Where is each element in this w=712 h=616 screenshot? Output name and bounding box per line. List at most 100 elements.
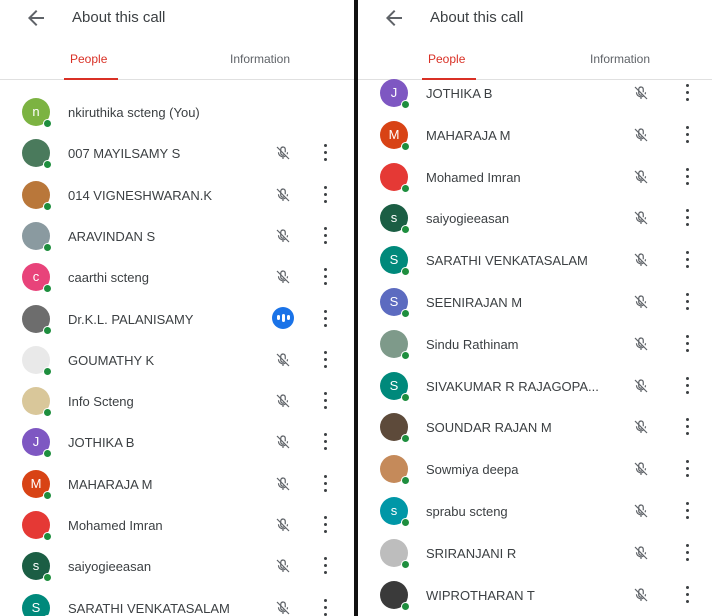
online-dot-icon bbox=[43, 201, 52, 211]
participant-row[interactable]: s saiyogieeasan bbox=[358, 198, 712, 239]
online-dot-icon bbox=[401, 518, 410, 527]
mic-off-icon bbox=[276, 394, 290, 408]
mic-off-icon bbox=[634, 169, 648, 184]
more-vert-icon[interactable] bbox=[322, 516, 328, 534]
tab-people[interactable]: People bbox=[428, 52, 465, 66]
participant-row[interactable]: SRIRANJANI R bbox=[358, 533, 712, 574]
more-vert-icon[interactable] bbox=[322, 474, 328, 493]
more-vert-icon[interactable] bbox=[684, 460, 690, 478]
more-vert-icon[interactable] bbox=[322, 185, 328, 204]
more-vert-icon[interactable] bbox=[684, 502, 690, 520]
participant-row[interactable]: Mohamed Imran bbox=[0, 505, 354, 546]
more-vert-icon[interactable] bbox=[322, 309, 328, 328]
participant-row[interactable]: s saiyogieeasan bbox=[0, 546, 354, 587]
more-vert-icon[interactable] bbox=[684, 167, 690, 186]
mic-off-icon bbox=[276, 146, 290, 160]
avatar: n bbox=[22, 98, 52, 128]
tab-people[interactable]: People bbox=[70, 52, 107, 66]
more-vert-icon[interactable] bbox=[322, 144, 328, 162]
more-vert-icon[interactable] bbox=[684, 418, 690, 436]
online-dot-icon bbox=[401, 350, 410, 360]
more-vert-icon[interactable] bbox=[322, 268, 328, 286]
audio-level-bar bbox=[277, 315, 280, 320]
participant-row[interactable]: 007 MAYILSAMY S bbox=[0, 133, 354, 174]
avatar bbox=[380, 162, 410, 193]
participant-name: GOUMATHY K bbox=[68, 352, 155, 368]
more-vert-icon[interactable] bbox=[684, 585, 690, 604]
tab-information[interactable]: Information bbox=[230, 52, 290, 66]
participant-name: ARAVINDAN S bbox=[68, 228, 156, 244]
avatar: s bbox=[380, 204, 410, 235]
avatar bbox=[380, 329, 410, 360]
avatar: c bbox=[22, 263, 52, 294]
online-dot-icon bbox=[43, 242, 52, 252]
participant-row[interactable]: S SARATHI VENKATASALAM bbox=[0, 588, 354, 616]
avatar-initial: s bbox=[390, 210, 398, 226]
avatar-initial: M bbox=[30, 475, 42, 491]
mute-status bbox=[274, 226, 292, 246]
avatar-initial: n bbox=[32, 104, 40, 119]
participant-row[interactable]: J JOTHIKA B bbox=[358, 73, 712, 114]
more-vert-icon[interactable] bbox=[322, 350, 328, 369]
participant-row[interactable]: n nkiruthika scteng (You) bbox=[0, 92, 354, 133]
back-button[interactable] bbox=[24, 6, 48, 30]
mic-off-icon bbox=[276, 270, 290, 284]
participant-row[interactable]: S SIVAKUMAR R RAJAGOPA... bbox=[358, 366, 712, 407]
more-vert-icon[interactable] bbox=[322, 598, 328, 616]
participant-row[interactable]: S SEENIRAJAN M bbox=[358, 282, 712, 323]
mute-status bbox=[274, 556, 292, 576]
participant-row[interactable]: GOUMATHY K bbox=[0, 340, 354, 381]
more-vert-icon[interactable] bbox=[684, 251, 690, 269]
mic-off-icon bbox=[634, 587, 648, 602]
more-vert-icon[interactable] bbox=[684, 125, 690, 144]
mic-off-icon bbox=[276, 229, 290, 243]
participant-row[interactable]: S SARATHI VENKATASALAM bbox=[358, 240, 712, 281]
participant-name: saiyogieeasan bbox=[426, 211, 510, 227]
participant-row[interactable]: Dr.K.L. PALANISAMY bbox=[0, 299, 354, 340]
participant-name: Mohamed Imran bbox=[426, 169, 521, 185]
more-vert-icon[interactable] bbox=[684, 209, 690, 227]
mute-status bbox=[274, 350, 292, 370]
more-vert-icon[interactable] bbox=[684, 543, 690, 562]
participant-name: Sindu Rathinam bbox=[426, 336, 519, 352]
participant-row[interactable]: Info Scteng bbox=[0, 381, 354, 422]
participant-row[interactable]: 014 VIGNESHWARAN.K bbox=[0, 175, 354, 216]
more-vert-icon[interactable] bbox=[322, 557, 328, 575]
mic-off-icon bbox=[634, 546, 648, 560]
more-vert-icon[interactable] bbox=[322, 433, 328, 451]
more-vert-icon[interactable] bbox=[684, 334, 690, 353]
more-vert-icon[interactable] bbox=[684, 84, 690, 102]
participant-row[interactable]: M MAHARAJA M bbox=[358, 115, 712, 156]
avatar bbox=[22, 345, 52, 376]
mic-off-icon bbox=[634, 337, 648, 351]
participant-name: Sowmiya deepa bbox=[426, 462, 519, 478]
participant-row[interactable]: M MAHARAJA M bbox=[0, 464, 354, 505]
avatar-initial: J bbox=[390, 85, 398, 100]
back-button[interactable] bbox=[382, 6, 406, 30]
mute-status bbox=[632, 250, 650, 270]
participant-row[interactable]: ARAVINDAN S bbox=[0, 216, 354, 257]
participant-row[interactable]: c caarthi scteng bbox=[0, 257, 354, 298]
mute-status bbox=[274, 598, 292, 616]
avatar bbox=[380, 580, 410, 611]
mic-off-icon bbox=[634, 420, 648, 434]
more-vert-icon[interactable] bbox=[684, 376, 690, 395]
avatar bbox=[380, 538, 410, 569]
mute-status bbox=[632, 125, 650, 145]
participant-row[interactable]: Mohamed Imran bbox=[358, 157, 712, 198]
tab-information[interactable]: Information bbox=[590, 52, 650, 66]
participant-row[interactable]: WIPROTHARAN T bbox=[358, 575, 712, 616]
more-vert-icon[interactable] bbox=[684, 293, 690, 311]
audio-level-bar bbox=[282, 313, 285, 322]
participant-row[interactable]: SOUNDAR RAJAN M bbox=[358, 407, 712, 448]
participant-name: JOTHIKA B bbox=[68, 435, 135, 451]
participant-name: Dr.K.L. PALANISAMY bbox=[68, 311, 194, 327]
participant-row[interactable]: s sprabu scteng bbox=[358, 491, 712, 532]
participant-row[interactable]: Sindu Rathinam bbox=[358, 324, 712, 365]
more-vert-icon[interactable] bbox=[322, 226, 328, 245]
more-vert-icon[interactable] bbox=[322, 392, 328, 410]
participant-row[interactable]: Sowmiya deepa bbox=[358, 449, 712, 490]
online-dot-icon bbox=[401, 392, 410, 402]
participant-row[interactable]: J JOTHIKA B bbox=[0, 422, 354, 463]
mic-off-icon bbox=[276, 353, 290, 367]
